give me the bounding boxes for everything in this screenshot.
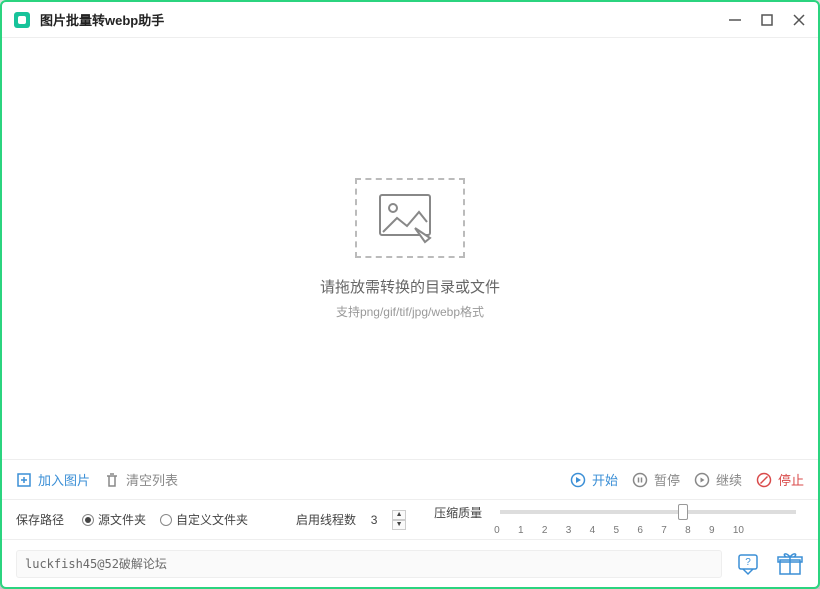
tick-label: 10 [733,525,744,536]
radio-indicator-icon [160,514,172,526]
tick-label: 1 [518,525,524,536]
bottom-bar: luckfish45@52破解论坛 ? [2,539,818,587]
window-controls [728,13,806,27]
tick-label: 5 [613,525,619,536]
tick-label: 4 [590,525,596,536]
dropzone-main-text: 请拖放需转换的目录或文件 [320,276,500,297]
threads-spinner: ▲ ▼ [392,510,406,530]
tick-label: 3 [566,525,572,536]
quality-ticks: 0 1 2 3 4 5 6 7 8 9 10 [494,525,744,536]
resume-button[interactable]: 继续 [694,470,742,489]
quality-control: 压缩质量 0 1 2 3 4 5 6 7 8 9 10 [434,504,804,536]
threads-label: 启用线程数 [296,511,356,528]
save-path-radio-group: 源文件夹 自定义文件夹 [82,511,248,528]
radio-source-folder[interactable]: 源文件夹 [82,511,146,528]
dropzone[interactable]: 请拖放需转换的目录或文件 支持png/gif/tif/jpg/webp格式 [2,38,818,459]
quality-slider[interactable] [500,510,796,514]
maximize-button[interactable] [760,13,774,27]
settings-row: 保存路径 源文件夹 自定义文件夹 启用线程数 3 ▲ ▼ 压缩质量 [2,499,818,539]
app-icon [14,12,30,28]
clear-list-label: 清空列表 [126,470,178,489]
threads-value: 3 [364,513,384,527]
tick-label: 8 [685,525,691,536]
tick-label: 9 [709,525,715,536]
quality-label: 压缩质量 [434,504,482,521]
threads-down-button[interactable]: ▼ [392,520,406,530]
start-label: 开始 [592,470,618,489]
image-placeholder-icon [355,178,465,258]
titlebar: 图片批量转webp助手 [2,2,818,38]
dropzone-sub-text: 支持png/gif/tif/jpg/webp格式 [336,303,484,320]
radio-source-label: 源文件夹 [98,511,146,528]
tick-label: 6 [637,525,643,536]
pause-button[interactable]: 暂停 [632,470,680,489]
status-text: luckfish45@52破解论坛 [16,550,722,578]
clear-list-button[interactable]: 清空列表 [104,470,178,489]
stop-button[interactable]: 停止 [756,470,804,489]
tick-label: 0 [494,525,500,536]
bottom-icons: ? [734,550,804,578]
resume-label: 继续 [716,470,742,489]
tick-label: 2 [542,525,548,536]
add-images-label: 加入图片 [38,470,90,489]
radio-custom-folder[interactable]: 自定义文件夹 [160,511,248,528]
radio-custom-label: 自定义文件夹 [176,511,248,528]
radio-indicator-icon [82,514,94,526]
quality-slider-thumb[interactable] [678,504,688,520]
add-images-button[interactable]: 加入图片 [16,470,90,489]
close-button[interactable] [792,13,806,27]
app-window: 图片批量转webp助手 请拖放需转换的目录或文件 支持png/gif/tif/j… [0,0,820,589]
threads-control: 启用线程数 3 ▲ ▼ [296,510,406,530]
svg-text:?: ? [745,557,751,568]
stop-label: 停止 [778,470,804,489]
tick-label: 7 [661,525,667,536]
save-path-label: 保存路径 [16,511,64,528]
window-title: 图片批量转webp助手 [40,10,164,29]
pause-label: 暂停 [654,470,680,489]
gift-icon[interactable] [776,550,804,578]
minimize-button[interactable] [728,13,742,27]
threads-up-button[interactable]: ▲ [392,510,406,520]
start-button[interactable]: 开始 [570,470,618,489]
toolbar: 加入图片 清空列表 开始 暂停 继续 停止 [2,459,818,499]
help-icon[interactable]: ? [734,550,762,578]
